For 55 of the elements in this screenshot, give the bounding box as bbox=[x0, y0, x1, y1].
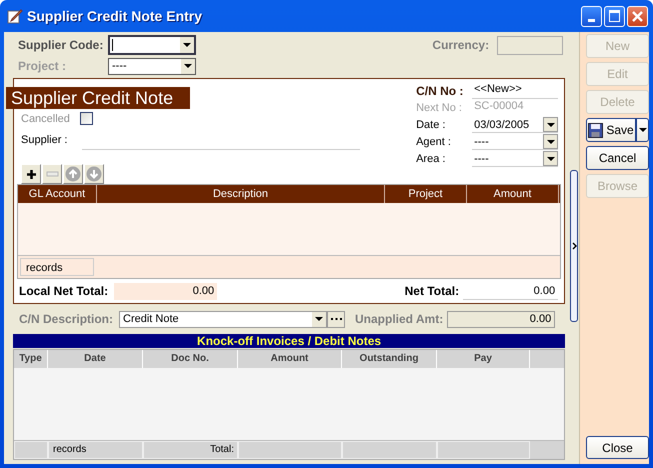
footer-cell bbox=[14, 441, 48, 459]
action-button[interactable]: Cancel bbox=[586, 146, 649, 170]
field-label: Project : bbox=[17, 59, 68, 73]
project-dropdown[interactable]: ---- bbox=[108, 58, 196, 74]
panel-splitter-handle[interactable] bbox=[570, 170, 578, 322]
more-options-button[interactable] bbox=[327, 310, 345, 328]
field-label: Supplier : bbox=[21, 134, 68, 148]
dropdown-field[interactable]: ---- bbox=[472, 134, 558, 150]
window-title: Supplier Credit Note Entry bbox=[27, 8, 202, 24]
dropdown-arrow-icon bbox=[638, 128, 646, 132]
local-net-total-value: 0.00 bbox=[114, 282, 218, 300]
checkbox-label: Cancelled bbox=[21, 112, 70, 124]
field-value: <<New>> bbox=[472, 83, 558, 99]
dropdown-field[interactable]: ---- bbox=[472, 151, 558, 167]
chevron-right-icon bbox=[572, 242, 577, 250]
total-label: Net Total: bbox=[404, 284, 460, 298]
minimize-button[interactable] bbox=[581, 6, 602, 26]
maximize-button[interactable] bbox=[604, 6, 625, 26]
field-label: C/N No : bbox=[416, 84, 464, 98]
up-arrow-circle-icon bbox=[65, 166, 81, 182]
total-label: Local Net Total: bbox=[18, 284, 108, 298]
record-count-cell: records bbox=[48, 441, 143, 459]
minus-icon bbox=[46, 170, 58, 178]
save-button[interactable]: Save bbox=[586, 118, 636, 142]
save-options-button[interactable] bbox=[636, 118, 649, 142]
record-count-cell: records bbox=[20, 258, 94, 276]
field-label: Date : bbox=[416, 119, 446, 131]
net-total-value: 0.00 bbox=[463, 282, 558, 300]
add-row-button[interactable] bbox=[21, 164, 41, 184]
ellipsis-icon bbox=[330, 318, 342, 320]
currency-field[interactable] bbox=[497, 36, 564, 54]
field-label: Next No : bbox=[416, 102, 463, 114]
minimize-icon bbox=[588, 18, 595, 22]
supplier-code-dropdown[interactable] bbox=[108, 35, 196, 55]
down-arrow-circle-icon bbox=[86, 166, 102, 182]
notepad-pencil-icon bbox=[7, 8, 23, 24]
close-button[interactable]: Close bbox=[586, 436, 649, 459]
field-label: Supplier Code: bbox=[17, 38, 104, 52]
field-label: Agent : bbox=[416, 136, 452, 148]
field-value: SC-00004 bbox=[473, 100, 525, 114]
field-label: C/N Description: bbox=[18, 312, 114, 326]
plus-icon bbox=[26, 168, 36, 180]
form-title: Supplier Credit Note bbox=[6, 87, 190, 109]
field-label: Unapplied Amt: bbox=[354, 312, 444, 326]
description-dropdown[interactable]: Credit Note bbox=[119, 310, 327, 328]
maximize-icon bbox=[609, 10, 620, 22]
section-title: Knock-off Invoices / Debit Notes bbox=[13, 334, 566, 348]
total-label: Total: bbox=[143, 441, 238, 459]
unapplied-amount-field: 0.00 bbox=[447, 310, 556, 328]
field-label: Currency: bbox=[431, 38, 490, 52]
close-icon bbox=[631, 10, 644, 22]
close-window-button[interactable] bbox=[627, 6, 648, 26]
dropdown-field[interactable]: 03/03/2005 bbox=[472, 117, 558, 133]
field-label: Area : bbox=[416, 153, 446, 165]
cancelled-checkbox[interactable] bbox=[80, 112, 93, 125]
